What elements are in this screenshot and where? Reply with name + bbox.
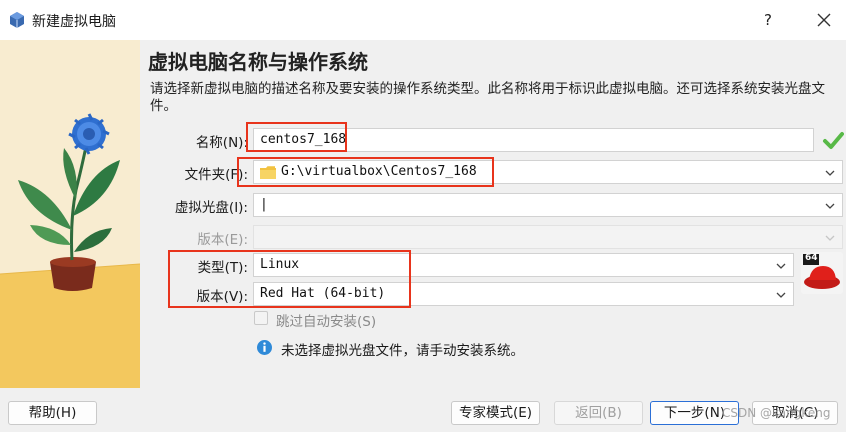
chevron-down-icon[interactable] xyxy=(824,200,836,212)
version-label: 版本(V): xyxy=(196,289,248,305)
folder-select[interactable]: G:\virtualbox\Centos7_168 xyxy=(253,160,843,184)
type-label: 类型(T): xyxy=(197,260,248,276)
info-icon xyxy=(257,340,272,355)
iso-select[interactable]: | xyxy=(253,193,843,217)
back-button: 返回(B) xyxy=(554,401,643,425)
chevron-down-icon[interactable] xyxy=(775,260,787,272)
chevron-down-icon[interactable] xyxy=(824,167,836,179)
iso-value: | xyxy=(260,197,268,212)
info-message: 未选择虚拟光盘文件，请手动安装系统。 xyxy=(281,343,524,359)
folder-label: 文件夹(F): xyxy=(184,167,248,183)
window-title: 新建虚拟电脑 xyxy=(32,14,116,30)
help-title-button[interactable]: ? xyxy=(750,6,786,34)
watermark: CSDN @kangkeng xyxy=(722,406,831,420)
valid-check-icon xyxy=(823,132,844,149)
skip-unattended-checkbox[interactable] xyxy=(254,311,268,325)
page-heading: 虚拟电脑名称与操作系统 xyxy=(148,50,368,74)
name-value: centos7_168 xyxy=(260,132,347,147)
redhat-os-icon: 64 xyxy=(801,252,843,294)
chevron-down-icon xyxy=(825,235,835,241)
chevron-down-icon[interactable] xyxy=(775,289,787,301)
expert-mode-button[interactable]: 专家模式(E) xyxy=(451,401,540,425)
edition-label: 版本(E): xyxy=(197,232,248,248)
iso-label: 虚拟光盘(I): xyxy=(174,200,248,216)
folder-icon xyxy=(260,166,276,179)
type-select[interactable]: Linux xyxy=(253,253,794,277)
folder-value: G:\virtualbox\Centos7_168 xyxy=(281,164,477,179)
wizard-illustration xyxy=(0,40,140,388)
version-value: Red Hat (64-bit) xyxy=(260,286,386,301)
os-bitness-badge: 64 xyxy=(805,253,818,263)
virtualbox-icon xyxy=(10,12,24,28)
edition-select xyxy=(253,225,843,249)
page-description: 请选择新虚拟电脑的描述名称及要安装的操作系统类型。此名称将用于标识此虚拟电脑。还… xyxy=(150,81,825,114)
type-value: Linux xyxy=(260,257,300,272)
name-label: 名称(N): xyxy=(195,135,248,151)
title-bar: 新建虚拟电脑 ? xyxy=(0,0,846,40)
help-button[interactable]: 帮助(H) xyxy=(8,401,97,425)
skip-unattended-label: 跳过自动安装(S) xyxy=(276,314,377,330)
name-input[interactable]: centos7_168 xyxy=(253,128,814,152)
close-icon[interactable] xyxy=(806,6,842,34)
version-select[interactable]: Red Hat (64-bit) xyxy=(253,282,794,306)
